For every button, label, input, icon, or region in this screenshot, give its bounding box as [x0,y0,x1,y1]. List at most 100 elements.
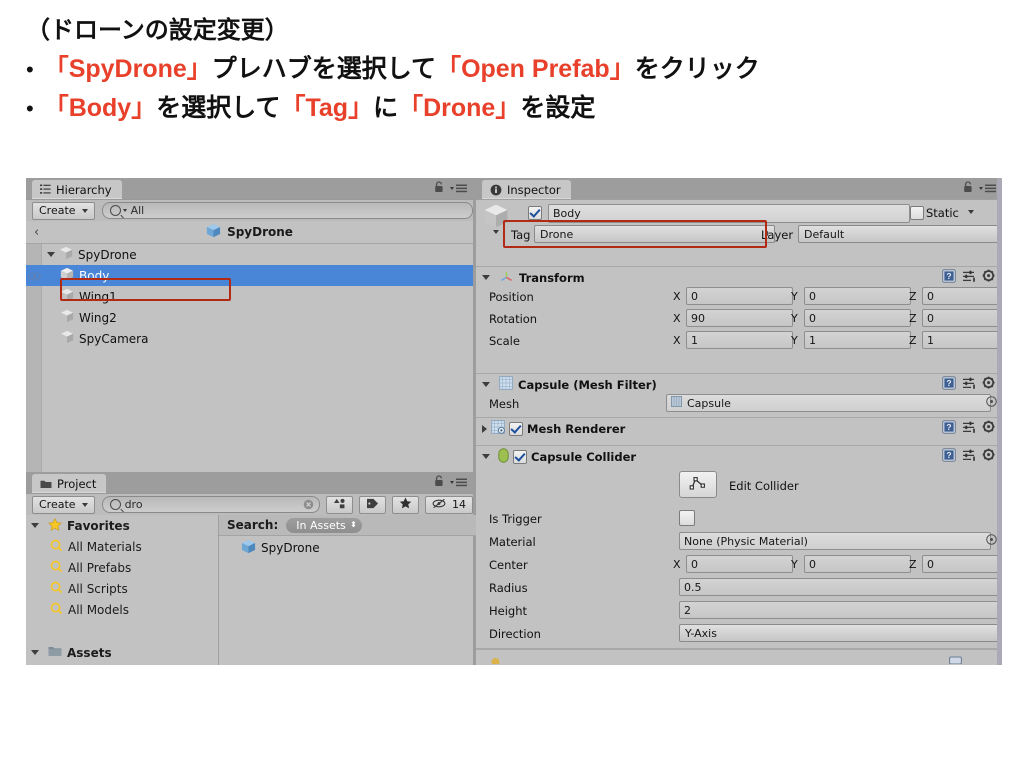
help-icon[interactable]: ? [942,376,956,393]
tag-dropdown[interactable]: Drone ⬍ [534,225,775,243]
expand-triangle-icon[interactable] [47,252,55,257]
project-create-button[interactable]: Create [32,495,95,514]
expand-triangle-icon[interactable] [31,523,39,528]
filter-favorites-button[interactable] [392,495,419,514]
is-trigger-checkbox[interactable] [679,510,695,526]
object-enabled-checkbox[interactable] [528,206,542,220]
preset-icon[interactable] [962,449,976,465]
lock-icon[interactable] [434,181,444,196]
project-result-spydrone[interactable]: SpyDrone [219,537,495,558]
mesh-object-picker-icon[interactable] [986,396,997,410]
radius-input[interactable]: 0.5 [679,578,1002,596]
favorite-all-materials[interactable]: All Materials [26,536,218,557]
rotation-z-input[interactable]: 0 [922,309,1002,327]
gear-icon[interactable] [982,376,996,393]
hierarchy-create-button[interactable]: Create [32,201,95,220]
search-icon [109,499,121,510]
component-header-capsule-collider[interactable]: Capsule Collider ? [476,445,1002,467]
static-checkbox[interactable] [910,206,924,220]
object-name-input[interactable]: Body [548,204,910,223]
material-object-picker-icon[interactable] [986,534,997,548]
tab-inspector[interactable]: Inspector [482,180,571,199]
panel-menu-icon[interactable] [450,184,467,193]
help-icon[interactable]: ? [942,448,956,465]
preset-icon[interactable] [962,421,976,437]
rotation-x-input[interactable]: 90 [686,309,793,327]
help-icon[interactable]: ? [942,420,956,437]
tab-project[interactable]: Project [32,474,107,493]
visibility-eye-icon[interactable] [28,270,41,282]
search-scope-dropdown[interactable]: In Assets ⬍ [286,517,362,533]
capsule-collider-enabled-checkbox[interactable] [513,449,527,464]
gear-icon[interactable] [982,448,996,465]
favorite-all-prefabs[interactable]: All Prefabs [26,557,218,578]
collapse-triangle-icon[interactable] [482,424,487,433]
component-header-transform[interactable]: Transform ? [476,266,1002,288]
favorites-group[interactable]: Favorites [26,515,218,536]
radius-value: 0.5 [684,580,702,594]
panel-menu-icon[interactable] [450,478,467,487]
material-object-field[interactable]: None (Physic Material) [679,532,991,550]
height-input[interactable]: 2 [679,601,1002,619]
hierarchy-row-wing1[interactable]: Wing1 [26,286,473,307]
direction-dropdown[interactable]: Y-Axis ⬍ [679,624,1002,642]
hierarchy-toolbar: Create All [26,199,473,222]
expand-triangle-icon[interactable] [31,650,39,655]
favorite-all-models[interactable]: All Models [26,599,218,620]
scale-x-input[interactable]: 1 [686,331,793,349]
hierarchy-row-body[interactable]: Body [26,265,473,286]
hierarchy-search-input[interactable]: All [101,202,473,219]
center-y-input[interactable]: 0 [804,555,911,573]
filter-by-label-button[interactable] [359,495,386,514]
hierarchy-breadcrumb: ‹ SpyDrone [26,221,473,244]
favorite-all-scripts[interactable]: All Scripts [26,578,218,599]
expand-triangle-icon[interactable] [482,275,490,280]
assets-group[interactable]: Assets [26,642,218,663]
center-x-input[interactable]: 0 [686,555,793,573]
thumbnail-dropdown-icon[interactable] [493,230,499,234]
panel-menu-icon[interactable] [979,184,996,193]
preset-icon[interactable] [962,377,976,393]
hierarchy-row-label: SpyCamera [79,331,149,346]
hierarchy-row-spycamera[interactable]: SpyCamera [26,328,473,349]
center-z-input[interactable]: 0 [922,555,1002,573]
breadcrumb-back-icon[interactable]: ‹ [34,225,39,240]
hidden-assets-count[interactable]: 14 [425,495,473,514]
object-name-value: Body [553,207,581,220]
hierarchy-row-wing2[interactable]: Wing2 [26,307,473,328]
clear-search-icon[interactable] [303,499,314,510]
expand-triangle-icon[interactable] [482,454,490,459]
mesh-object-field[interactable]: Capsule [666,394,991,412]
position-y-input[interactable]: 0 [804,287,911,305]
gear-icon[interactable] [982,269,996,286]
expand-triangle-icon[interactable] [482,382,490,387]
preset-icon[interactable] [962,270,976,286]
saved-search-icon [50,539,63,555]
tab-hierarchy[interactable]: Hierarchy [32,180,122,199]
component-header-mesh-renderer[interactable]: Mesh Renderer ? [476,417,1002,439]
gear-icon[interactable] [982,420,996,437]
filter-by-type-button[interactable] [326,495,353,514]
lock-icon[interactable] [434,475,444,490]
mesh-renderer-enabled-checkbox[interactable] [509,421,523,436]
edit-collider-button[interactable] [679,471,717,498]
hierarchy-row-spydrone[interactable]: SpyDrone [26,244,473,265]
position-z-input[interactable]: 0 [922,287,1002,305]
axis-y-label: Y [791,312,798,325]
bullet-1-part-1: 「SpyDrone」 [43,55,212,83]
layer-dropdown[interactable]: Default ⬍ [798,225,1002,243]
center-y-value: 0 [809,557,816,571]
lock-icon[interactable] [963,181,973,196]
position-x-input[interactable]: 0 [686,287,793,305]
rotation-y-input[interactable]: 0 [804,309,911,327]
component-title: Capsule Collider [531,449,637,464]
component-header-mesh-filter[interactable]: Capsule (Mesh Filter) ? [476,373,1002,395]
static-dropdown-icon[interactable] [968,210,974,214]
inspector-scrollbar[interactable] [997,178,1002,665]
height-value: 2 [684,603,691,617]
help-icon[interactable]: ? [942,269,956,286]
scale-z-input[interactable]: 1 [922,331,1002,349]
cube-icon [60,288,74,305]
project-search-input[interactable]: dro [101,496,320,513]
scale-y-input[interactable]: 1 [804,331,911,349]
